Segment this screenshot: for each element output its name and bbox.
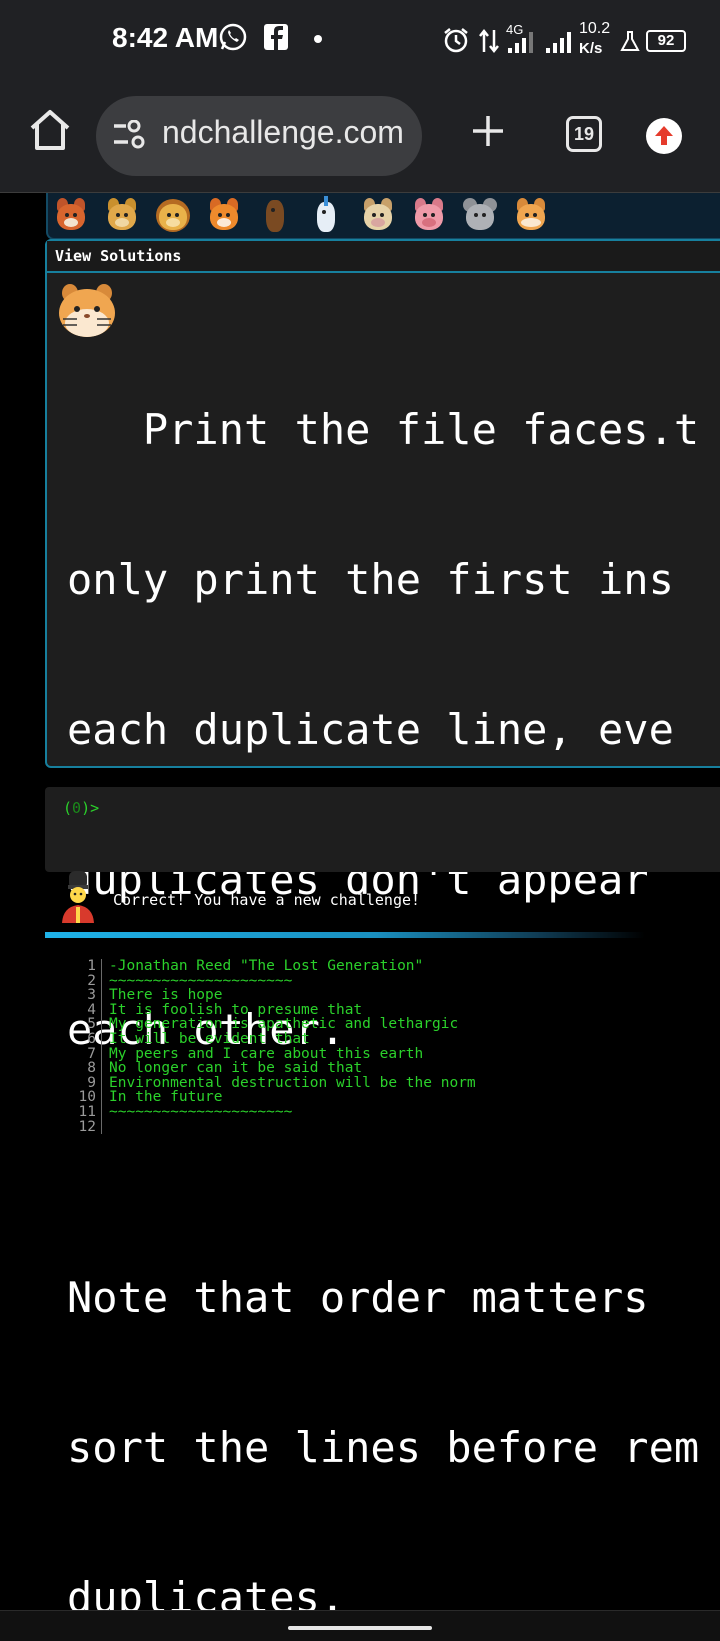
- cow-icon[interactable]: [359, 196, 397, 234]
- progress-bar: [45, 932, 645, 938]
- home-icon[interactable]: [26, 108, 74, 158]
- terminal-input[interactable]: (0)>: [45, 787, 720, 872]
- animal-icon-strip: [46, 193, 720, 240]
- gesture-handle[interactable]: [288, 1626, 432, 1630]
- horse-icon[interactable]: [256, 196, 294, 234]
- file-line: 3 There is hope: [64, 988, 476, 1003]
- file-line: 1 -Jonathan Reed "The Lost Generation": [64, 959, 476, 974]
- update-arrow-icon[interactable]: [646, 118, 682, 154]
- guard-avatar-icon: [58, 871, 98, 923]
- challenge-text-line: Print the file faces.t: [67, 405, 700, 454]
- cat-icon[interactable]: [103, 196, 141, 234]
- tiger-icon[interactable]: [205, 196, 243, 234]
- network-speed-unit: K/s: [579, 40, 603, 57]
- file-line: 2 ~~~~~~~~~~~~~~~~~~~~~: [64, 973, 476, 989]
- signal-strength-icon: [506, 30, 586, 54]
- challenge-panel: View Solutions Print the file faces.t on…: [45, 239, 720, 1610]
- file-line: 11 ~~~~~~~~~~~~~~~~~~~~~: [64, 1105, 476, 1120]
- lab-flask-icon: [620, 30, 640, 52]
- challenge-text-line: each duplicate line, eve: [67, 705, 674, 754]
- hamster-icon[interactable]: [512, 196, 550, 234]
- file-line: 5 My generation is apathetic and lethargi…: [64, 1017, 476, 1032]
- status-time: 8:42 AM: [112, 22, 219, 53]
- challenge-note-line: duplicates.: [67, 1573, 346, 1610]
- system-nav-bar: [0, 1610, 720, 1641]
- challenge-header: View Solutions: [47, 241, 720, 273]
- lion-icon[interactable]: [154, 196, 192, 234]
- file-line: 8 No longer can it be said that: [64, 1061, 476, 1076]
- whatsapp-icon: [218, 22, 248, 52]
- alarm-icon: [442, 26, 470, 54]
- url-text[interactable]: ndchallenge.com: [162, 114, 404, 151]
- file-line: 9 Environmental destruction will be the n…: [64, 1076, 476, 1091]
- file-line: 10 In the future: [64, 1090, 476, 1105]
- notification-dot-icon: [314, 35, 322, 43]
- new-tab-icon[interactable]: [470, 113, 506, 149]
- file-view: 1 -Jonathan Reed "The Lost Generation" 2 ~…: [64, 959, 476, 1135]
- file-line: 12: [64, 1119, 476, 1135]
- feedback-message: Correct! You have a new challenge!: [113, 891, 421, 909]
- network-speed-value: 10.2: [579, 20, 611, 37]
- mouse-icon[interactable]: [461, 196, 499, 234]
- challenge-text-line: only print the first ins: [67, 555, 674, 604]
- facebook-icon: [264, 24, 288, 50]
- file-line: 6 It will be evident that: [64, 1032, 476, 1047]
- status-bar: 8:42 AM 4G 10.2 K/s 92: [0, 0, 720, 82]
- file-line: 7 My peers and I care about this earth: [64, 1046, 476, 1062]
- battery-indicator: 92: [646, 30, 686, 52]
- challenge-note-line: Note that order matters: [67, 1273, 674, 1322]
- page-content: View Solutions Print the file faces.t on…: [0, 193, 720, 1610]
- fox-icon[interactable]: [52, 196, 90, 234]
- view-solutions-link[interactable]: View Solutions: [55, 247, 181, 265]
- file-line: 4 It is foolish to presume that: [64, 1003, 476, 1018]
- data-transfer-icon: [478, 28, 500, 54]
- challenge-note-line: sort the lines before rem: [67, 1423, 700, 1472]
- terminal-prompt: (0)>: [63, 799, 100, 817]
- unicorn-icon[interactable]: [307, 196, 345, 234]
- site-settings-icon[interactable]: [112, 119, 148, 150]
- tab-switcher-button[interactable]: 19: [566, 116, 602, 152]
- pig-icon[interactable]: [410, 196, 448, 234]
